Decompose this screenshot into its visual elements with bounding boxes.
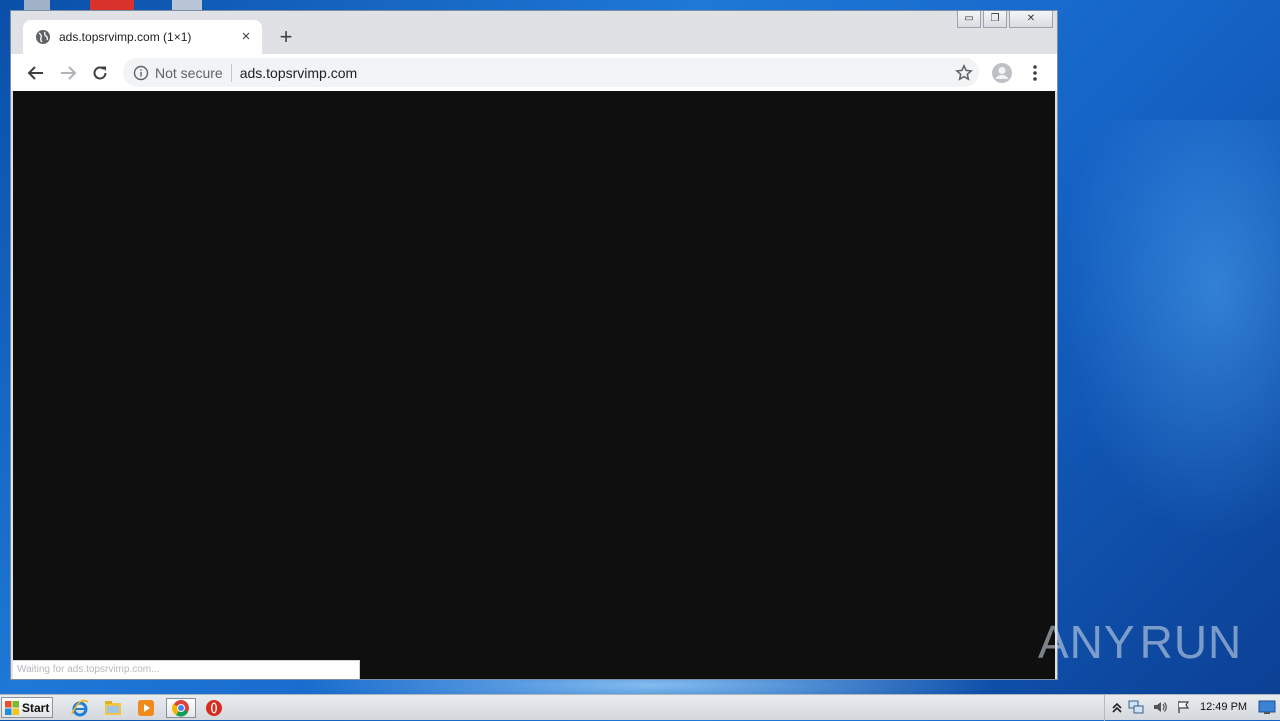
windows-logo-icon	[5, 700, 19, 715]
desktop-icon-fragment[interactable]	[172, 0, 202, 10]
watermark-right: RUN	[1139, 616, 1243, 668]
taskbar-file-explorer[interactable]	[101, 698, 125, 718]
tab-close-icon[interactable]: ×	[238, 29, 254, 45]
internet-explorer-icon	[71, 699, 89, 717]
info-icon[interactable]	[133, 65, 149, 81]
show-desktop-icon[interactable]	[1258, 699, 1276, 715]
desktop-icon-fragment[interactable]	[24, 0, 50, 10]
desktop-glow	[1060, 120, 1280, 540]
media-player-icon	[138, 700, 154, 716]
clock[interactable]: 12:49 PM	[1200, 701, 1247, 713]
start-button[interactable]: Start	[1, 697, 53, 718]
browser-toolbar: Not secure ads.topsrvimp.com	[11, 54, 1057, 91]
window-controls: ▭ ❐ ✕	[955, 11, 1053, 28]
watermark-left: ANY	[1038, 616, 1136, 668]
arrow-right-icon	[61, 66, 77, 80]
opera-icon	[206, 700, 222, 716]
forward-button[interactable]	[55, 60, 81, 86]
tab-strip: ads.topsrvimp.com (1×1) × + ▭ ❐ ✕	[11, 11, 1057, 54]
close-button[interactable]: ✕	[1009, 11, 1053, 28]
globe-icon	[36, 30, 50, 44]
arrow-left-icon	[27, 66, 43, 80]
taskbar-opera[interactable]	[202, 698, 226, 718]
status-bubble: Waiting for ads.topsrvimp.com...	[13, 660, 360, 679]
file-explorer-icon	[105, 701, 121, 715]
three-dots-icon[interactable]	[1026, 62, 1044, 84]
restore-button[interactable]: ❐	[983, 11, 1007, 28]
address-bar[interactable]: Not secure ads.topsrvimp.com	[123, 58, 979, 87]
taskbar: Start 12:49 PM	[0, 694, 1280, 721]
star-icon[interactable]	[955, 64, 973, 82]
tab-active[interactable]: ads.topsrvimp.com (1×1) ×	[23, 20, 262, 54]
system-tray	[1104, 695, 1105, 721]
action-center-flag-icon[interactable]	[1176, 699, 1192, 715]
security-status[interactable]: Not secure	[155, 65, 223, 81]
anyrun-watermark: ANY RUN	[1038, 610, 1241, 674]
desktop-icon-fragment[interactable]	[90, 0, 134, 10]
page-content[interactable]: Waiting for ads.topsrvimp.com...	[13, 91, 1055, 679]
person-icon[interactable]	[991, 62, 1013, 84]
taskbar-media-player[interactable]	[134, 698, 158, 718]
taskbar-chrome[interactable]	[166, 698, 196, 718]
tab-title: ads.topsrvimp.com (1×1)	[59, 30, 192, 44]
new-tab-button[interactable]: +	[274, 25, 298, 49]
back-button[interactable]	[23, 60, 49, 86]
show-hidden-icons-icon[interactable]	[1109, 699, 1125, 715]
network-icon[interactable]	[1128, 699, 1144, 715]
minimize-button[interactable]: ▭	[957, 11, 981, 28]
omnibox-separator	[230, 63, 232, 82]
url-text[interactable]: ads.topsrvimp.com	[240, 65, 357, 81]
browser-window: ads.topsrvimp.com (1×1) × + ▭ ❐ ✕ Not se…	[10, 10, 1058, 680]
reload-icon	[93, 66, 107, 80]
chrome-icon	[172, 700, 189, 717]
taskbar-internet-explorer[interactable]	[68, 698, 92, 718]
start-label: Start	[22, 700, 50, 715]
volume-icon[interactable]	[1152, 699, 1168, 715]
reload-button[interactable]	[87, 60, 113, 86]
